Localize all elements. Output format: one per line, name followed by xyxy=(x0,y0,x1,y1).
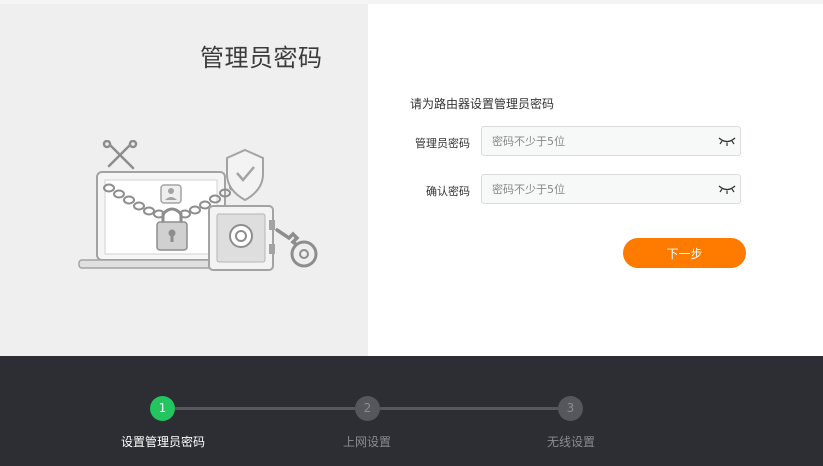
security-illustration xyxy=(78,140,318,271)
user-icon xyxy=(160,184,182,204)
step-1-indicator: 1 xyxy=(150,396,175,421)
form-heading: 请为路由器设置管理员密码 xyxy=(410,97,555,111)
confirm-password-field xyxy=(481,174,741,204)
step-3-label: 无线设置 xyxy=(546,435,595,449)
step-2-indicator: 2 xyxy=(355,396,380,421)
eye-closed-icon[interactable] xyxy=(718,183,736,195)
step-connector xyxy=(380,407,558,410)
next-button[interactable]: 下一步 xyxy=(623,238,746,268)
step-connector xyxy=(175,407,355,410)
key-icon xyxy=(275,228,318,268)
step-2-label: 上网设置 xyxy=(342,435,391,449)
step-3-indicator: 3 xyxy=(558,396,583,421)
eye-closed-icon[interactable] xyxy=(718,135,736,147)
progress-footer: 1 2 3 设置管理员密码 上网设置 无线设置 xyxy=(0,356,823,466)
shield-check-icon xyxy=(226,148,264,202)
step-1-label: 设置管理员密码 xyxy=(120,435,205,449)
confirm-password-input[interactable] xyxy=(482,175,712,203)
admin-password-input[interactable] xyxy=(482,127,712,155)
admin-password-field xyxy=(481,126,741,156)
confirm-password-label: 确认密码 xyxy=(426,185,470,198)
page-title: 管理员密码 xyxy=(200,44,323,72)
tools-icon xyxy=(102,140,138,170)
safe-icon xyxy=(208,205,275,271)
admin-password-label: 管理员密码 xyxy=(415,137,470,150)
